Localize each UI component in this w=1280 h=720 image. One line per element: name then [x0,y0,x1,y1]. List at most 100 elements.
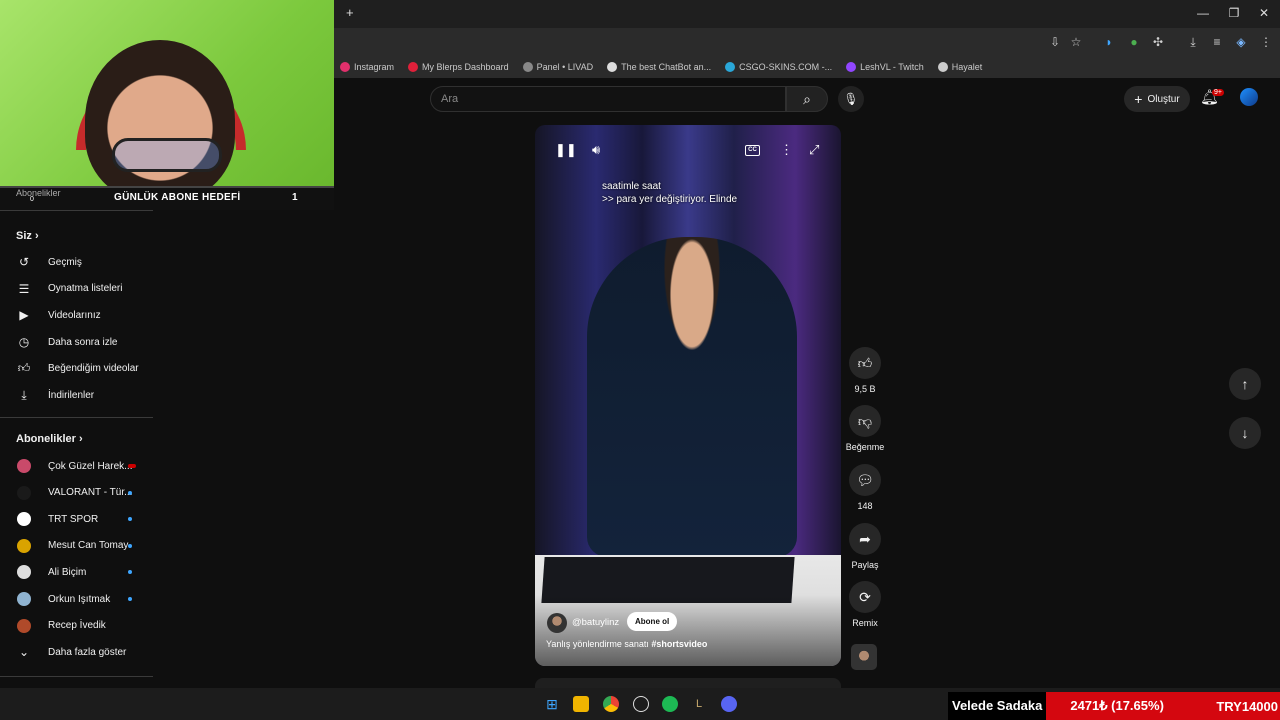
extension-icon[interactable]: ● [1126,34,1142,50]
ticker-name: Velede Sadaka [948,692,1047,720]
league-icon[interactable]: L [691,696,707,712]
watch-later-icon: ◷ [18,335,30,350]
sidebar: Siz › ↺ Geçmiş ☰ Oynatma listeleri ▶ Videolar… [0,180,155,688]
create-button[interactable]: + Oluştur [1124,86,1190,112]
more-options-icon[interactable]: ⋮ [780,142,793,158]
install-app-icon[interactable]: ⇩ [1047,34,1063,50]
chrome-icon[interactable] [603,696,619,712]
channel-name[interactable]: @batuylinz [572,617,619,628]
notification-badge: 9+ [1212,89,1224,96]
bookmark-favicon-icon [340,62,350,72]
sub-goal-count: 1 [292,192,298,203]
sidebar-item-download[interactable]: ⤓ İndirilenler [0,383,150,409]
sidebar-subscriptions-header[interactable]: Abonelikler › [16,433,83,445]
sidebar-item-watch-later[interactable]: ◷ Daha sonra izle [0,329,150,355]
maximize-button[interactable]: ❐ [1224,6,1244,20]
avatar[interactable] [1240,88,1258,106]
comment-icon[interactable]: 💬︎ [849,464,881,496]
volume-icon[interactable]: 🔊︎ [592,142,600,158]
extensions-puzzle-icon[interactable]: ✣ [1150,34,1166,50]
channel-avatar [17,538,31,553]
search-input[interactable]: Ara [430,86,786,112]
windows-start-icon[interactable]: ⊞ [544,696,560,712]
sidebar-subscription-item[interactable]: Mesut Can Tomay [0,533,150,559]
bookmark-item[interactable]: CSGO-SKINS.COM -... [725,62,832,72]
browser-menu-icon[interactable]: ⋮ [1258,34,1274,50]
dislike-icon[interactable]: 👎︎ [849,405,881,437]
sidebar-subscription-item[interactable]: TRT SPOR [0,506,150,532]
sidebar-subscription-item[interactable]: Recep İvedik [0,613,150,639]
video-title: Yanlış yönlendirme sanatı #shortsvideo [546,639,708,649]
minimize-button[interactable]: — [1193,6,1213,20]
bookmark-star-icon[interactable]: ☆ [1068,34,1084,50]
shorts-player[interactable]: ❚❚ 🔊︎ CC ⋮ ⤢ saatimle saat >> para yer d… [535,125,841,666]
sidebar-item-history[interactable]: ↺ Geçmiş [0,249,150,275]
sidebar-item-label: İndirilenler [48,390,95,401]
channel-avatar [17,459,31,473]
comment-count: 148 [857,501,873,511]
bookmark-item[interactable]: Hayalet [937,62,983,72]
next-short-card [535,678,841,688]
channel-avatar [17,592,31,606]
captions-button[interactable]: CC [745,145,760,156]
dislike-label: Beğenme [845,442,885,452]
obs-icon[interactable] [633,696,649,712]
remix-label: Remix [852,618,878,628]
search-icon[interactable]: ⌕ [786,86,828,112]
chevron-down-icon: ⌄ [18,645,30,659]
sidebar-you-header[interactable]: Siz › [16,230,39,242]
channel-avatar[interactable] [547,613,567,633]
channel-avatar [17,485,31,500]
download-icon: ⤓ [21,388,27,402]
close-button[interactable]: ✕ [1254,6,1274,20]
sidebar-item-label: Beğendiğim videolar [48,363,139,375]
share-icon[interactable]: ➦ [849,523,881,555]
sidebar-subscription-item[interactable]: Orkun Işıtmak [0,586,150,612]
sidebar-item-label: Videolarınız [48,309,101,321]
channel-avatar [17,512,31,527]
extension-icon[interactable]: ◗ [1101,34,1117,50]
bookmark-label: The best ChatBot an... [621,62,712,72]
sidebar-item-label: VALORANT - Tür... [48,487,133,499]
sidebar-item-label: Recep İvedik [48,620,106,632]
arrow-up-icon[interactable]: ↑ [1229,368,1261,400]
fullscreen-icon[interactable]: ⤢ [809,142,819,158]
sidebar-subscription-item[interactable]: VALORANT - Tür... [0,480,150,506]
media-control-icon[interactable]: ≡ [1209,34,1225,50]
video-captions: saatimle saat >> para yer değiştiriyor. … [602,180,737,206]
bookmark-item[interactable]: Panel • LIVAD [522,62,593,72]
like-icon[interactable]: 👍︎ [849,347,881,379]
new-content-dot [128,464,136,468]
bookmark-favicon-icon [846,62,857,72]
bookmark-item[interactable]: LeshVL - Twitch [846,62,924,72]
channel-avatar [17,618,31,633]
sidebar-divider [0,417,153,418]
pause-icon[interactable]: ❚❚ [555,142,577,158]
sidebar-subscription-item[interactable]: Çok Güzel Harek... [0,453,150,479]
remix-icon[interactable]: ⟳ [849,581,881,613]
file-explorer-icon[interactable] [573,696,589,712]
sidebar-subscription-item[interactable]: Ali Biçim [0,559,150,585]
new-tab-button[interactable]: + [346,5,354,20]
sound-thumbnail[interactable] [851,644,877,670]
bookmark-label: My Blerps Dashboard [422,62,509,72]
arrow-down-icon[interactable]: ↓ [1229,417,1261,449]
caption-line: saatimle saat [602,181,661,192]
hashtag-link[interactable]: #shortsvideo [651,639,707,649]
discord-icon[interactable] [721,696,737,712]
sidebar-item-liked[interactable]: 👍︎ Beğendiğim videolar [0,356,150,382]
spotify-icon[interactable] [662,696,678,712]
subscribe-button[interactable]: Abone ol [627,612,678,631]
sidebar-item-your-videos[interactable]: ▶ Videolarınız [0,302,150,328]
liked-icon: 👍︎ [17,361,31,376]
bookmark-item[interactable]: Instagram [340,62,394,72]
profile-icon[interactable]: ◈ [1233,34,1249,50]
sidebar-item-playlist[interactable]: ☰ Oynatma listeleri [0,276,150,302]
sidebar-show-more[interactable]: ⌄ Daha fazla göster [0,639,150,665]
bookmark-item[interactable]: My Blerps Dashboard [408,62,509,72]
bookmark-item[interactable]: The best ChatBot an... [607,62,711,72]
microphone-icon[interactable]: 🎙 [838,86,864,112]
sidebar-item-label: Daha sonra izle [48,336,118,348]
downloads-icon[interactable]: ⤓ [1185,34,1201,50]
bookmark-label: Hayalet [951,62,983,72]
